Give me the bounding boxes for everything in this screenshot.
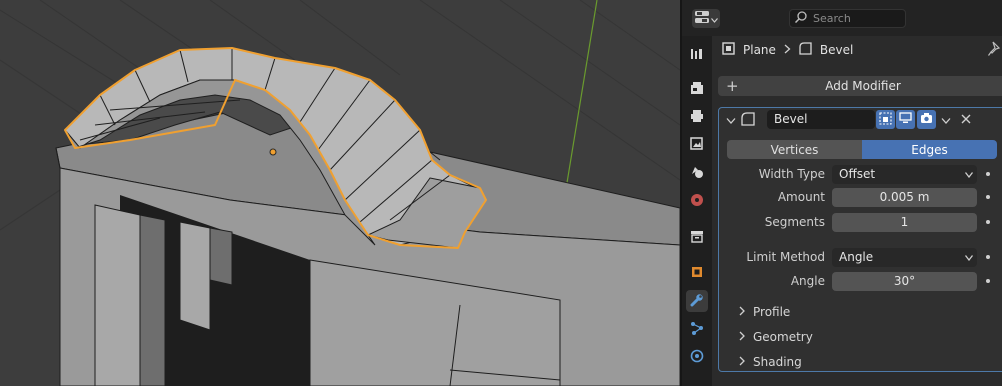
object-tab-icon [690,265,704,282]
tab-collection[interactable] [686,226,708,248]
search-input[interactable]: Search [789,9,906,28]
tab-particles[interactable] [686,318,708,340]
chevron-right-icon [739,355,745,369]
limit-method-value: Angle [839,250,874,264]
keyframe-dot-icon[interactable] [986,195,990,199]
chevron-down-icon [964,248,974,267]
modifier-menu-chevron-icon[interactable] [941,114,951,128]
modifier-icon [799,42,812,58]
tool-tab-icon [690,47,704,64]
amount-field[interactable]: 0.005 m [832,188,977,207]
keyframe-dot-icon[interactable] [986,172,990,176]
render-toggle[interactable] [917,110,936,129]
scene-tab-icon [690,165,704,182]
tab-scene[interactable] [686,162,708,184]
limit-method-row: Limit Method Angle [719,248,1002,267]
subpanel-geometry[interactable]: Geometry [739,328,813,346]
breadcrumb-separator-icon [784,43,791,57]
properties-editor: Search Plane Bevel + Add Modifier Bevel … [682,0,1002,386]
tab-render[interactable] [686,78,708,100]
subpanel-shading-label: Shading [753,355,802,369]
angle-field[interactable]: 30° [832,272,977,291]
width-type-label: Width Type [758,167,825,181]
segments-label: Segments [764,215,825,229]
add-modifier-label: Add Modifier [825,79,901,93]
amount-label: Amount [777,190,825,204]
plus-icon: + [726,77,739,95]
editor-type-dropdown[interactable] [692,9,720,28]
particles-tab-icon [690,321,704,338]
edit-mode-icon [879,111,892,128]
modifier-tab-icon [690,293,704,310]
width-type-dropdown[interactable]: Offset [832,165,977,184]
monitor-icon [899,112,912,127]
pin-icon[interactable] [988,41,1002,60]
3d-viewport[interactable] [0,0,680,386]
add-modifier-button[interactable]: + Add Modifier [718,76,1002,96]
tab-view-layer[interactable] [686,134,708,156]
properties-tabs [682,36,712,386]
output-tab-icon [690,109,704,126]
modifier-name-field[interactable]: Bevel [767,110,875,129]
subpanel-shading[interactable]: Shading [739,353,802,371]
editor-type-icon [694,11,709,26]
modifier-header: Bevel [719,108,1002,132]
keyframe-dot-icon[interactable] [986,255,990,259]
keyframe-dot-icon[interactable] [986,220,990,224]
world-tab-icon [690,193,704,210]
tab-edges[interactable]: Edges [862,140,997,159]
render-tab-icon [690,81,704,98]
tab-object[interactable] [686,262,708,284]
keyframe-dot-icon[interactable] [986,279,990,283]
view-layer-tab-icon [690,136,704,154]
close-icon[interactable] [961,113,971,127]
edit-mode-toggle[interactable] [876,110,895,129]
chevron-right-icon [739,330,745,344]
bevel-modifier-panel: Bevel Vertices Edges Width Type Offset A… [718,107,1002,372]
tab-vertices[interactable]: Vertices [727,140,862,159]
search-placeholder: Search [813,12,851,25]
affect-mode-selector: Vertices Edges [727,140,997,159]
subpanel-geometry-label: Geometry [753,330,813,344]
breadcrumb: Plane Bevel [722,41,853,59]
object-icon [722,42,735,58]
tab-tool[interactable] [686,44,708,66]
segments-row: Segments 1 [719,213,1002,232]
tab-output[interactable] [686,106,708,128]
angle-label: Angle [790,274,825,288]
breadcrumb-modifier: Bevel [819,43,854,57]
bevel-modifier-icon [741,112,755,129]
tab-modifiers[interactable] [686,290,708,312]
chevron-right-icon [739,305,745,319]
modifier-properties: Plane Bevel + Add Modifier Bevel Vertice… [712,36,1002,386]
breadcrumb-object: Plane [743,43,776,57]
width-type-row: Width Type Offset [719,165,1002,184]
angle-row: Angle 30° [719,272,1002,291]
subpanel-profile-label: Profile [753,305,791,319]
tab-world[interactable] [686,190,708,212]
amount-row: Amount 0.005 m [719,188,1002,207]
collection-tab-icon [690,229,704,246]
search-icon [794,11,807,26]
width-type-value: Offset [839,167,876,181]
limit-method-dropdown[interactable]: Angle [832,248,977,267]
physics-tab-icon [690,349,704,366]
segments-field[interactable]: 1 [832,213,977,232]
collapse-chevron-icon[interactable] [726,114,736,128]
limit-method-label: Limit Method [746,250,825,264]
viewport-display-toggle[interactable] [896,110,915,129]
chevron-down-icon [710,12,718,26]
properties-header: Search [682,0,1002,36]
subpanel-profile[interactable]: Profile [739,303,790,321]
chevron-down-icon [964,165,974,184]
camera-icon [920,112,933,127]
viewport-scene [0,0,680,386]
tab-physics[interactable] [686,346,708,368]
